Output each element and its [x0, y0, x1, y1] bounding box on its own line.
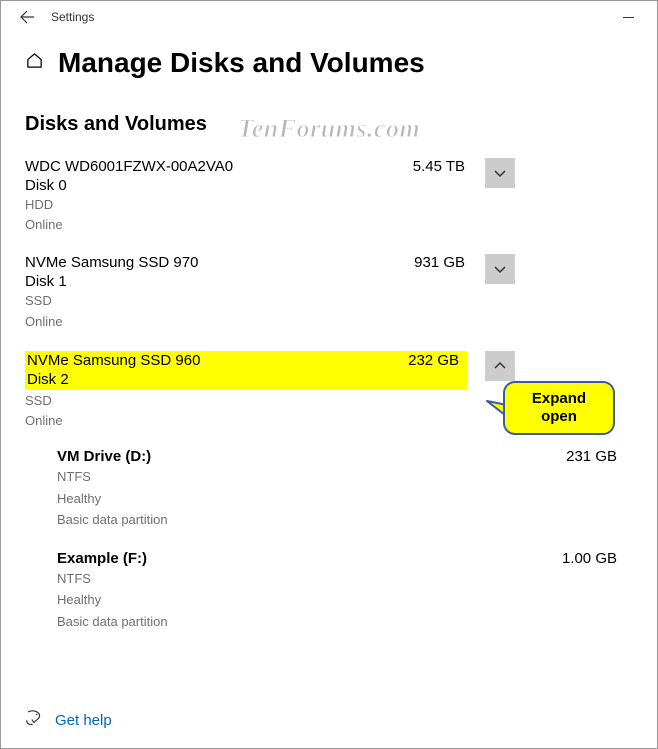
- volume-fs: NTFS: [57, 467, 633, 487]
- volume-size: 231 GB: [566, 448, 617, 465]
- disk-name: NVMe Samsung SSD 970: [25, 254, 198, 271]
- volume-size: 1.00 GB: [562, 550, 617, 567]
- chevron-down-icon: [493, 166, 507, 180]
- disk-item: WDC WD6001FZWX-00A2VA0 5.45 TB Disk 0 HD…: [25, 158, 633, 234]
- help-icon[interactable]: [25, 709, 43, 732]
- footer: Get help: [25, 709, 112, 732]
- volume-list: VM Drive (D:) 231 GB NTFS Healthy Basic …: [57, 448, 633, 631]
- volume-item[interactable]: VM Drive (D:) 231 GB NTFS Healthy Basic …: [57, 448, 633, 530]
- chevron-up-icon: [493, 359, 507, 373]
- expand-button[interactable]: [485, 254, 515, 284]
- minimize-icon: [623, 12, 634, 23]
- disk-status: Online: [25, 216, 633, 234]
- arrow-left-icon: [19, 9, 35, 25]
- expand-button[interactable]: [485, 158, 515, 188]
- chevron-down-icon: [493, 262, 507, 276]
- volume-fs: NTFS: [57, 569, 633, 589]
- disk-size: 931 GB: [414, 254, 465, 271]
- back-button[interactable]: [7, 1, 47, 33]
- callout-annotation: Expand open: [503, 381, 615, 435]
- page-title: Manage Disks and Volumes: [58, 47, 425, 79]
- home-icon: [25, 51, 44, 70]
- get-help-link[interactable]: Get help: [55, 712, 112, 729]
- home-button[interactable]: [25, 51, 44, 75]
- disk-name: NVMe Samsung SSD 960: [27, 352, 200, 369]
- disk-size: 232 GB: [408, 352, 459, 369]
- disk-item: NVMe Samsung SSD 970 931 GB Disk 1 SSD O…: [25, 254, 633, 330]
- collapse-button[interactable]: [485, 351, 515, 381]
- volume-health: Healthy: [57, 489, 633, 509]
- disk-label: Disk 0: [25, 177, 633, 194]
- page-header: Manage Disks and Volumes: [25, 47, 633, 79]
- disk-type: HDD: [25, 196, 633, 214]
- volume-name: Example (F:): [57, 550, 147, 567]
- disk-size: 5.45 TB: [413, 158, 465, 175]
- callout-text: Expand open: [532, 390, 586, 426]
- minimize-button[interactable]: [605, 1, 651, 33]
- disk-name: WDC WD6001FZWX-00A2VA0: [25, 158, 233, 175]
- disk-status: Online: [25, 313, 633, 331]
- disk-label: Disk 1: [25, 273, 633, 290]
- volume-health: Healthy: [57, 590, 633, 610]
- window-title: Settings: [51, 10, 94, 24]
- volume-partition-type: Basic data partition: [57, 612, 633, 632]
- content-area: Manage Disks and Volumes Disks and Volum…: [1, 33, 657, 631]
- disk-label: Disk 2: [25, 371, 467, 388]
- volume-name: VM Drive (D:): [57, 448, 151, 465]
- volume-item[interactable]: Example (F:) 1.00 GB NTFS Healthy Basic …: [57, 550, 633, 632]
- disk-type: SSD: [25, 292, 633, 310]
- section-title: Disks and Volumes: [25, 113, 633, 136]
- titlebar: Settings: [1, 1, 657, 33]
- volume-partition-type: Basic data partition: [57, 510, 633, 530]
